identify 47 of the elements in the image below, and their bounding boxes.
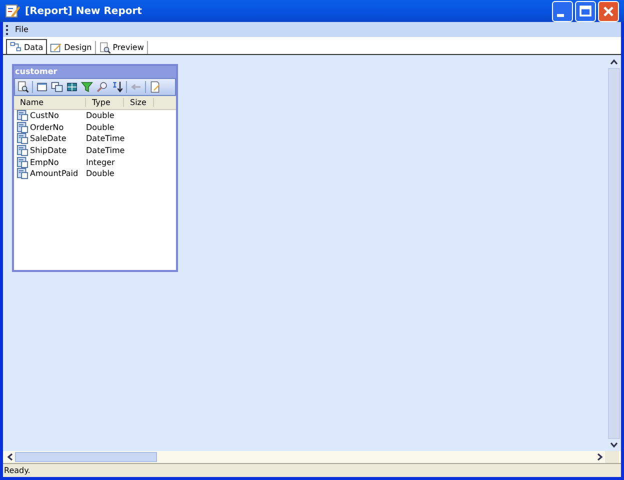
field-name[interactable]: SaleDate — [30, 134, 86, 144]
field-name[interactable]: ShipDate — [30, 146, 86, 156]
scroll-down-icon[interactable] — [609, 441, 619, 449]
sort-icon[interactable] — [111, 81, 123, 93]
field-icon — [17, 133, 28, 144]
field-type: DateTime — [86, 134, 125, 144]
field-icon — [17, 145, 28, 156]
field-name[interactable]: AmountPaid — [30, 169, 86, 178]
field-name[interactable]: CustNo — [30, 111, 86, 120]
field-icon — [17, 110, 28, 122]
field-icon — [17, 168, 28, 180]
field-name[interactable]: EmpNo — [30, 158, 86, 167]
tab[interactable]: Design — [47, 41, 96, 54]
windows-icon[interactable] — [51, 81, 63, 93]
window-icon[interactable] — [36, 81, 48, 93]
grip-icon — [6, 24, 9, 34]
pencil-form-icon — [50, 42, 62, 54]
tree-icon — [10, 41, 22, 53]
minimize-button[interactable] — [552, 0, 573, 22]
maximize-button[interactable] — [575, 0, 596, 22]
status-text: Ready. — [4, 466, 30, 475]
tab[interactable]: Data — [6, 39, 48, 54]
funnel-icon[interactable] — [81, 81, 93, 93]
field-type: Double — [86, 169, 114, 178]
field-type: Double — [86, 111, 114, 120]
field-type: Double — [86, 122, 114, 132]
document-edit-icon[interactable] — [149, 81, 161, 93]
field-icon — [17, 156, 28, 168]
page-magnifier-icon[interactable] — [17, 81, 29, 93]
magnifier-icon[interactable] — [96, 81, 108, 93]
field-icon — [17, 122, 28, 133]
field-type: DateTime — [86, 146, 125, 156]
menu-item[interactable]: File — [13, 25, 30, 34]
scroll-right-icon[interactable] — [596, 452, 604, 462]
minimize-icon — [557, 14, 564, 16]
field-type: Integer — [86, 158, 115, 167]
field-name[interactable]: OrderNo — [30, 122, 86, 132]
scroll-left-icon[interactable] — [6, 452, 14, 462]
app-icon — [5, 3, 21, 19]
column-header[interactable]: Size — [124, 98, 154, 107]
scroll-up-icon[interactable] — [609, 58, 619, 66]
window-title: [Report] New Report — [25, 6, 143, 16]
close-button[interactable] — [598, 0, 619, 22]
column-header[interactable]: Type — [86, 98, 124, 107]
horizontal-scrollbar[interactable] — [3, 451, 621, 463]
grid-icon[interactable] — [66, 81, 78, 93]
column-header[interactable]: Name — [14, 98, 86, 107]
